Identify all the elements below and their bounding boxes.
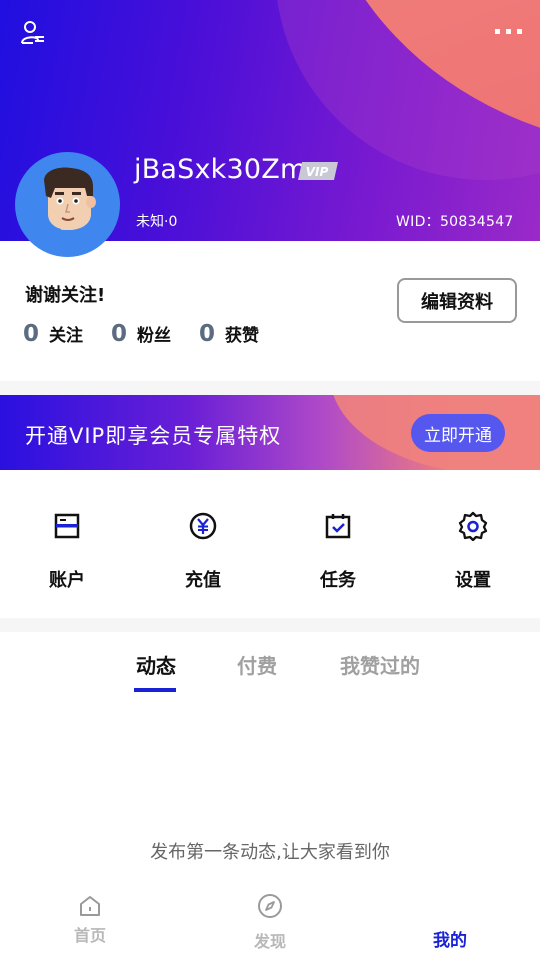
tab-dynamic[interactable]: 动态 [136,650,176,679]
home-icon [76,892,104,920]
stat-label: 关注 [49,326,84,346]
stat-value: 0 [199,321,216,347]
tab-liked[interactable]: 我赞过的 [340,650,420,679]
stat-label: 获赞 [225,326,260,346]
open-vip-button[interactable]: 立即开通 [411,414,505,452]
nav-discover[interactable]: 发现 [225,892,315,952]
username: jBaSxk30Zm [134,154,307,185]
nav-label: 我的 [433,931,467,951]
more-icon[interactable] [488,20,528,42]
avatar[interactable] [15,152,120,257]
content-tabs: 动态 付费 我赞过的 [0,632,540,702]
tab-paid[interactable]: 付费 [237,650,277,679]
stat-label: 粉丝 [137,326,172,346]
vip-banner[interactable]: 开通VIP即享会员专属特权 立即开通 [0,395,540,470]
quick-actions: 账户 充值 任务 设置 [0,470,540,618]
action-recharge[interactable]: 充值 [153,510,253,592]
section-divider [0,381,540,395]
edit-profile-button[interactable]: 编辑资料 [397,278,517,323]
nav-home[interactable]: 首页 [45,892,135,946]
stat-following[interactable]: 0 关注 [23,321,83,347]
nav-label: 首页 [73,926,106,945]
nav-label: 发现 [253,932,286,951]
action-label: 账户 [49,570,85,591]
vip-badge-icon: VIP [296,161,340,181]
profile-card: 谢谢关注! 编辑资料 0 关注 0 粉丝 0 获赞 [0,241,540,381]
stat-value: 0 [23,321,40,347]
stat-likes[interactable]: 0 获赞 [199,321,259,347]
bottom-navigation: 首页 发现 我的 [0,880,540,960]
compass-icon [256,892,284,920]
action-label: 设置 [455,570,491,591]
action-tasks[interactable]: 任务 [288,510,388,592]
user-list-icon[interactable] [16,16,50,50]
stat-followers[interactable]: 0 粉丝 [111,321,171,347]
svg-text:VIP: VIP [306,165,329,179]
calendar-check-icon [322,510,354,542]
gender-age: 未知·0 [136,214,178,230]
nav-mine[interactable]: 我的 [405,926,495,951]
section-divider [0,618,540,632]
wallet-icon [51,510,83,542]
empty-state-message: 发布第一条动态,让大家看到你 [150,842,390,863]
gear-icon [457,510,489,542]
yuan-coin-icon [187,510,219,542]
active-tab-indicator [134,688,176,692]
action-account[interactable]: 账户 [17,510,117,592]
stat-value: 0 [111,321,128,347]
action-label: 充值 [185,570,221,591]
bio-text: 谢谢关注! [25,285,106,306]
vip-banner-text: 开通VIP即享会员专属特权 [25,424,282,448]
user-wid: WID：50834547 [396,214,514,230]
action-label: 任务 [320,570,356,591]
action-settings[interactable]: 设置 [423,510,523,592]
